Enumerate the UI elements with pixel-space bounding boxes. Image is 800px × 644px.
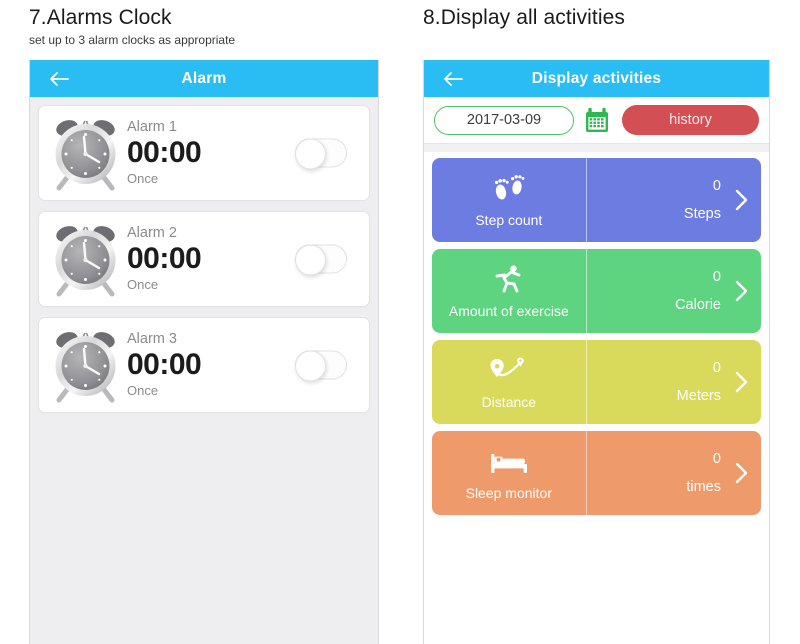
calendar-icon[interactable] [582, 105, 612, 135]
alarm-phone-screen: Alarm Alarm 1 00:00 Once Alarm 2 00:00 O… [29, 60, 379, 644]
section-title: 7.Alarms Clock [29, 6, 172, 29]
page-title: Alarm [181, 69, 227, 87]
activity-card-left: Step count [432, 158, 587, 242]
activity-label: Distance [481, 393, 537, 410]
activity-label: Sleep monitor [465, 484, 552, 501]
alarm-name: Alarm 3 [127, 331, 177, 348]
alarm-clock-icon [49, 219, 123, 299]
alarm-text-block: Alarm 1 00:00 Once [127, 118, 202, 187]
screenshot-root: 7.Alarms Clock set up to 3 alarm clocks … [0, 0, 800, 644]
section-caption-activities: 8.Display all activities [423, 6, 625, 30]
activity-card-distance[interactable]: Distance 0 Meters [432, 340, 761, 424]
alarm-row[interactable]: Alarm 1 00:00 Once [38, 105, 370, 201]
alarm-enable-toggle[interactable] [295, 350, 347, 382]
alarm-time: 00:00 [127, 348, 202, 382]
alarm-time: 00:00 [127, 242, 202, 276]
arrow-left-icon[interactable] [48, 71, 70, 87]
activity-unit: Calorie [675, 297, 721, 314]
page-title: Display activities [531, 69, 662, 87]
alarm-name: Alarm 1 [127, 119, 177, 136]
alarm-time: 00:00 [127, 136, 202, 170]
chevron-right-icon[interactable] [733, 367, 751, 397]
activity-value: 0 [712, 450, 721, 467]
chevron-right-icon[interactable] [733, 276, 751, 306]
activity-unit: Meters [676, 388, 721, 405]
activity-card-step-count[interactable]: Step count 0 Steps [432, 158, 761, 242]
section-subtitle: set up to 3 alarm clocks as appropriate [29, 33, 236, 47]
activity-card-left: Amount of exercise [432, 249, 587, 333]
alarm-clock-icon [49, 325, 123, 405]
activities-phone-screen: Display activities 2017-03-09 history St… [423, 60, 770, 644]
alarm-name: Alarm 2 [127, 225, 177, 242]
activity-value: 0 [712, 177, 721, 194]
alarm-appbar: Alarm [30, 60, 378, 97]
activity-card-list: Step count 0 Steps Amount of exercise 0 … [424, 152, 769, 515]
alarm-text-block: Alarm 3 00:00 Once [127, 330, 202, 399]
date-toolbar: 2017-03-09 history [424, 97, 769, 144]
alarm-enable-toggle[interactable] [295, 244, 347, 276]
activity-value: 0 [712, 359, 721, 376]
activity-unit: times [686, 479, 721, 496]
alarm-repeat: Once [127, 276, 159, 292]
section-divider [424, 144, 769, 152]
alarm-list: Alarm 1 00:00 Once Alarm 2 00:00 Once Al… [30, 97, 378, 413]
activity-label: Step count [475, 211, 543, 228]
activity-card-left: Sleep monitor [432, 431, 587, 515]
activity-card-sleep-monitor[interactable]: Sleep monitor 0 times [432, 431, 761, 515]
activity-card-left: Distance [432, 340, 587, 424]
route-pins-icon [487, 355, 531, 385]
alarm-row[interactable]: Alarm 2 00:00 Once [38, 211, 370, 307]
activity-value: 0 [712, 268, 721, 285]
footprints-icon [489, 173, 529, 203]
bed-icon [487, 446, 531, 476]
toggle-knob [295, 350, 326, 382]
alarm-repeat: Once [127, 170, 159, 186]
arrow-left-icon[interactable] [442, 71, 464, 87]
activities-appbar: Display activities [424, 60, 769, 97]
date-input[interactable]: 2017-03-09 [434, 105, 574, 135]
alarm-text-block: Alarm 2 00:00 Once [127, 224, 202, 293]
chevron-right-icon[interactable] [733, 185, 751, 215]
alarm-clock-icon [49, 113, 123, 193]
section-caption-alarms: 7.Alarms Clock set up to 3 alarm clocks … [29, 6, 235, 47]
section-title: 8.Display all activities [423, 6, 625, 29]
chevron-right-icon[interactable] [733, 458, 751, 488]
toggle-knob [295, 138, 326, 170]
history-button[interactable]: history [622, 105, 759, 135]
runner-icon [493, 264, 525, 294]
activity-card-exercise[interactable]: Amount of exercise 0 Calorie [432, 249, 761, 333]
toggle-knob [295, 244, 326, 276]
alarm-repeat: Once [127, 382, 159, 398]
activity-label: Amount of exercise [448, 302, 569, 319]
alarm-enable-toggle[interactable] [295, 138, 347, 170]
activity-unit: Steps [683, 206, 721, 223]
alarm-row[interactable]: Alarm 3 00:00 Once [38, 317, 370, 413]
